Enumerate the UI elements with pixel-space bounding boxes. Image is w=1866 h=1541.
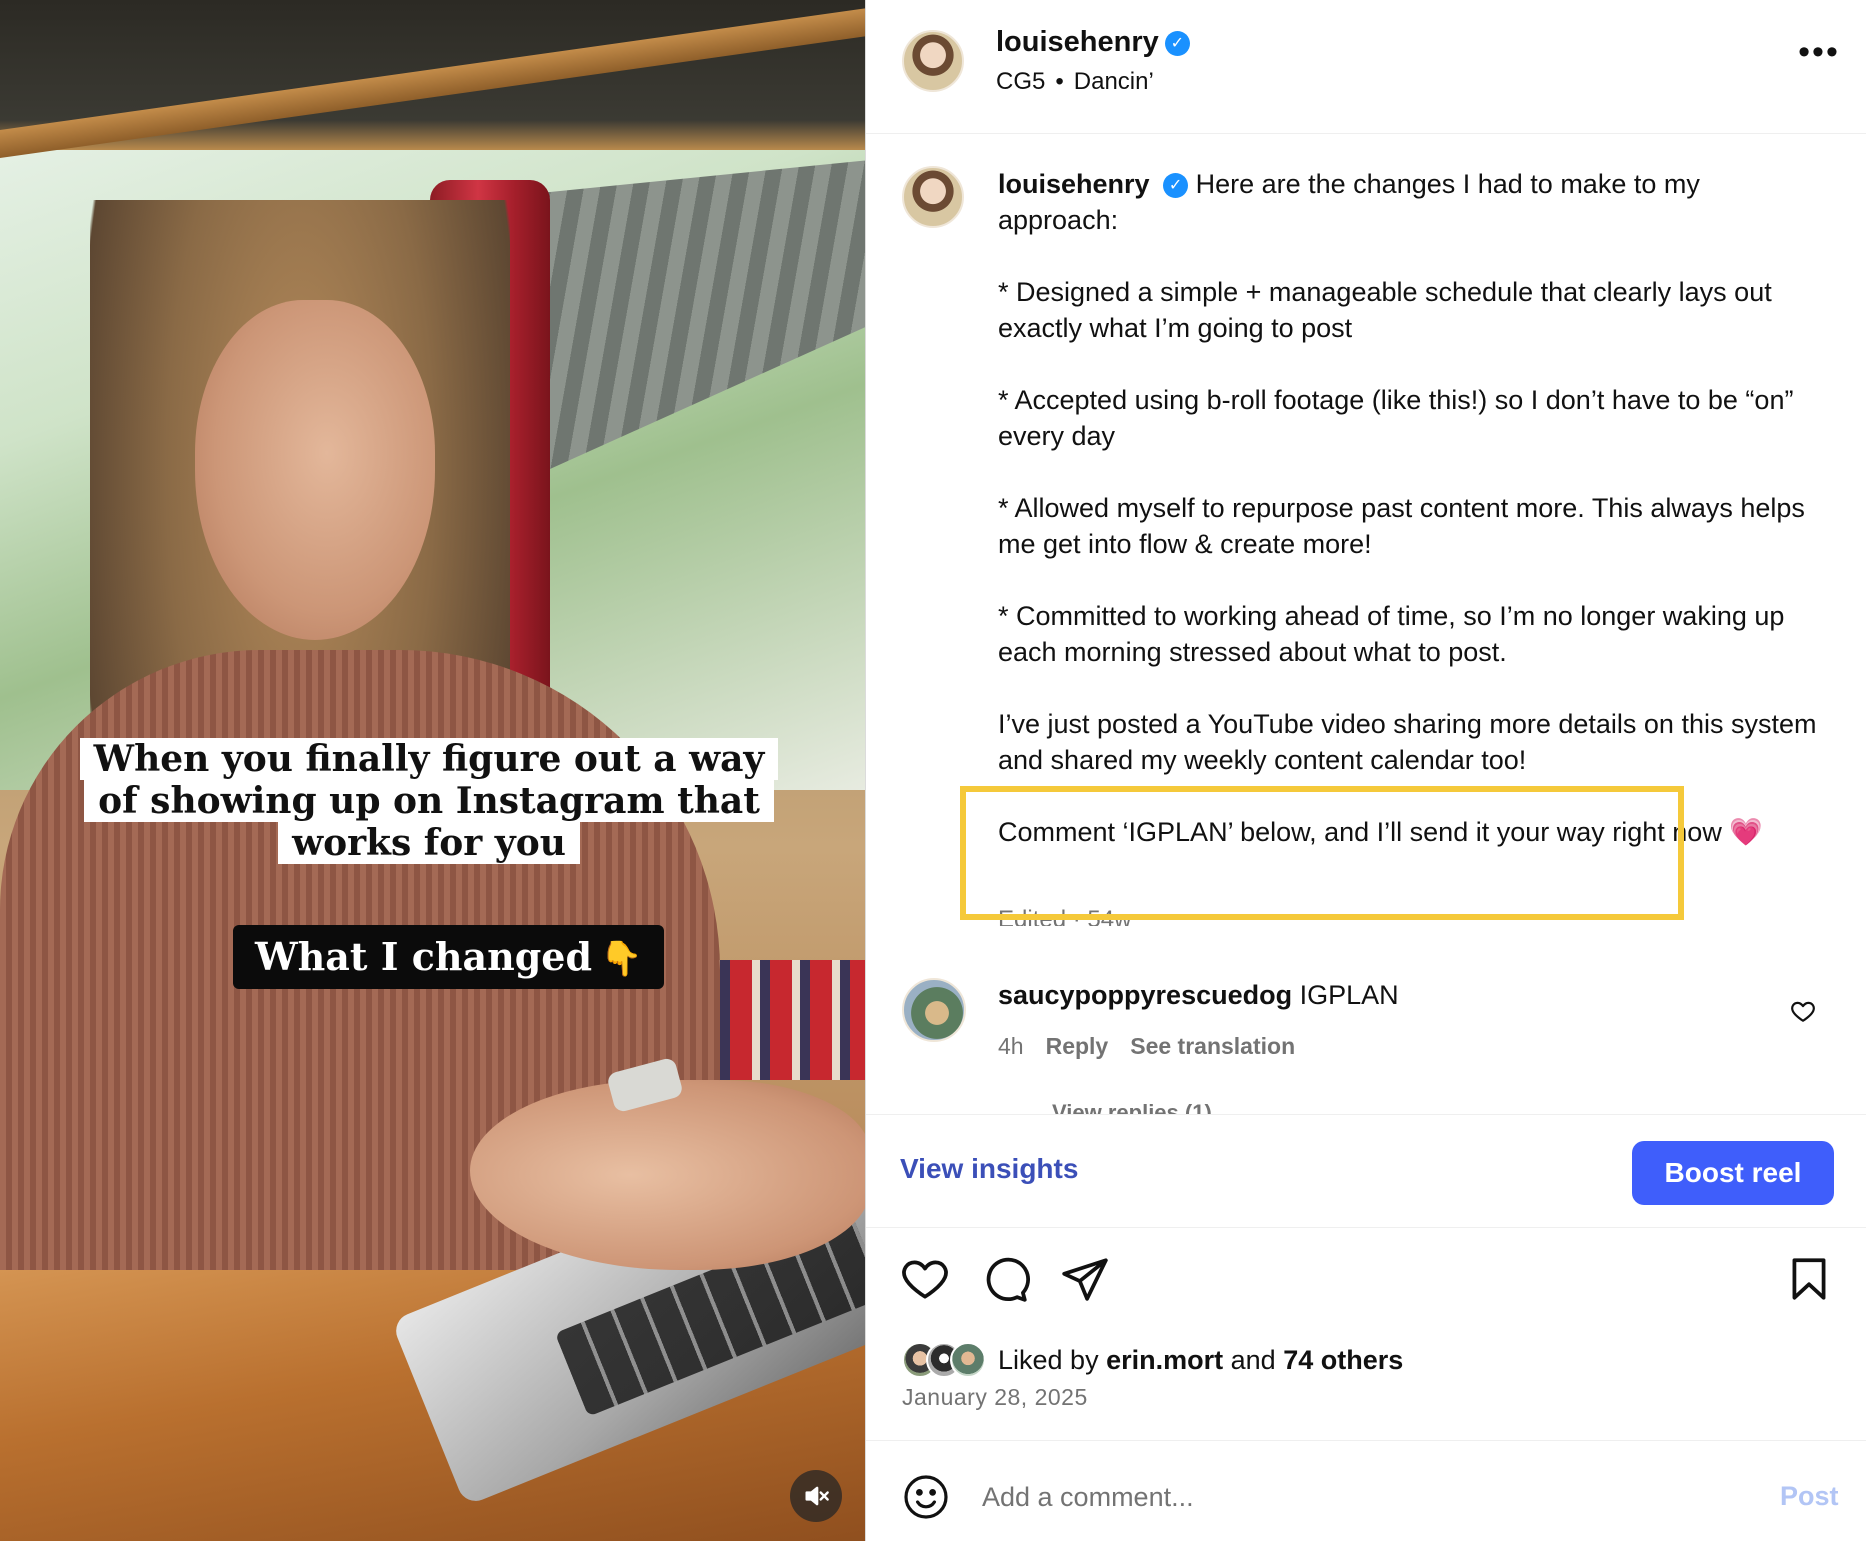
caption-author-avatar[interactable] [902,166,964,228]
overlay-line: When you finally figure out a way [79,738,779,780]
insights-bar: View insights Boost reel [866,1114,1866,1228]
emoji-picker-icon[interactable] [902,1473,950,1521]
likes-summary[interactable]: Liked by erin.mort and 74 others [902,1340,1403,1380]
edited-timestamp: Edited · 54w [998,906,1132,926]
caption-username[interactable]: louisehenry [998,169,1150,199]
verified-badge-icon: ✓ [1164,31,1190,56]
video-text-overlay: When you finally figure out a way of sho… [79,738,779,864]
post-date[interactable]: January 28, 2025 [902,1384,1088,1411]
view-replies-button[interactable]: View replies (1) [1052,1100,1212,1114]
comment-body: IGPLAN [1299,980,1399,1010]
overlay-line: works for you [278,822,580,864]
video-label-text: What I changed [255,934,593,979]
likes-prefix: Liked by [998,1344,1099,1375]
caption-paragraph: * Accepted using b-roll footage (like th… [998,385,1794,451]
mute-button[interactable] [790,1470,842,1522]
audio-attribution[interactable]: CG5 • Dancin’ [996,68,1154,96]
see-translation-button[interactable]: See translation [1130,1033,1295,1059]
verified-badge-icon: ✓ [1163,173,1189,198]
comment-time: 4h [998,1033,1024,1059]
view-insights-link[interactable]: View insights [900,1153,1078,1185]
save-bookmark-icon[interactable] [1784,1254,1834,1304]
commenter-username[interactable]: saucypoppyrescuedog [998,980,1292,1010]
caption-paragraph: I’ve just posted a YouTube video sharing… [998,709,1817,775]
author-avatar[interactable] [902,30,964,92]
video-person-face [195,300,435,640]
audio-track[interactable]: Dancin’ [1074,68,1154,95]
comment-text-row: saucypoppyrescuedog IGPLAN [998,980,1399,1011]
author-username-row[interactable]: louisehenry ✓ [996,26,1190,59]
speaker-muted-icon [805,1486,829,1506]
add-comment-bar: Post [866,1440,1866,1541]
reel-video[interactable]: When you finally figure out a way of sho… [0,0,866,1541]
caption-paragraph: * Designed a simple + manageable schedul… [998,277,1772,343]
post-comment-button[interactable]: Post [1780,1481,1839,1512]
overlay-line: of showing up on Instagram that [84,780,774,822]
liker-avatar [950,1342,986,1378]
post-caption: louisehenry ✓ Here are the changes I had… [902,166,1832,926]
author-username[interactable]: louisehenry [996,26,1159,58]
audio-separator: • [1055,68,1064,95]
likes-others-link[interactable]: 74 others [1283,1345,1403,1375]
comment-item: saucypoppyrescuedog IGPLAN 4h Reply See tr… [902,978,1842,1108]
comment-bubble-icon[interactable] [980,1254,1030,1304]
caption-cta-paragraph: Comment ‘IGPLAN’ below, and I’ll send it… [998,817,1763,847]
reply-button[interactable]: Reply [1046,1033,1109,1059]
share-paper-plane-icon[interactable] [1060,1254,1110,1304]
video-label-pill: What I changed 👇 [233,925,665,989]
audio-artist[interactable]: CG5 [996,68,1045,95]
likes-text: Liked by erin.mort and 74 others [998,1345,1403,1376]
like-heart-icon[interactable] [900,1254,950,1304]
post-actions [866,1254,1866,1314]
comment-like-heart-icon[interactable] [1790,998,1816,1024]
caption-text: louisehenry ✓ Here are the changes I had… [998,166,1818,886]
commenter-avatar[interactable] [902,978,966,1042]
liker-username[interactable]: erin.mort [1106,1345,1223,1375]
boost-reel-button[interactable]: Boost reel [1632,1141,1834,1205]
post-header: louisehenry ✓ CG5 • Dancin’ ••• [866,0,1866,134]
comment-meta: 4h Reply See translation [998,1033,1317,1060]
post-panel: louisehenry ✓ CG5 • Dancin’ ••• louisehenry… [866,0,1866,1541]
caption-paragraph: * Allowed myself to repurpose past conte… [998,493,1805,559]
comment-input[interactable] [982,1469,1682,1525]
likes-and: and [1230,1344,1276,1375]
instagram-reel-view: When you finally figure out a way of sho… [0,0,1866,1541]
pointing-down-emoji: 👇 [600,939,643,979]
caption-paragraph: * Committed to working ahead of time, so… [998,601,1785,667]
more-options-button[interactable]: ••• [1794,35,1844,78]
